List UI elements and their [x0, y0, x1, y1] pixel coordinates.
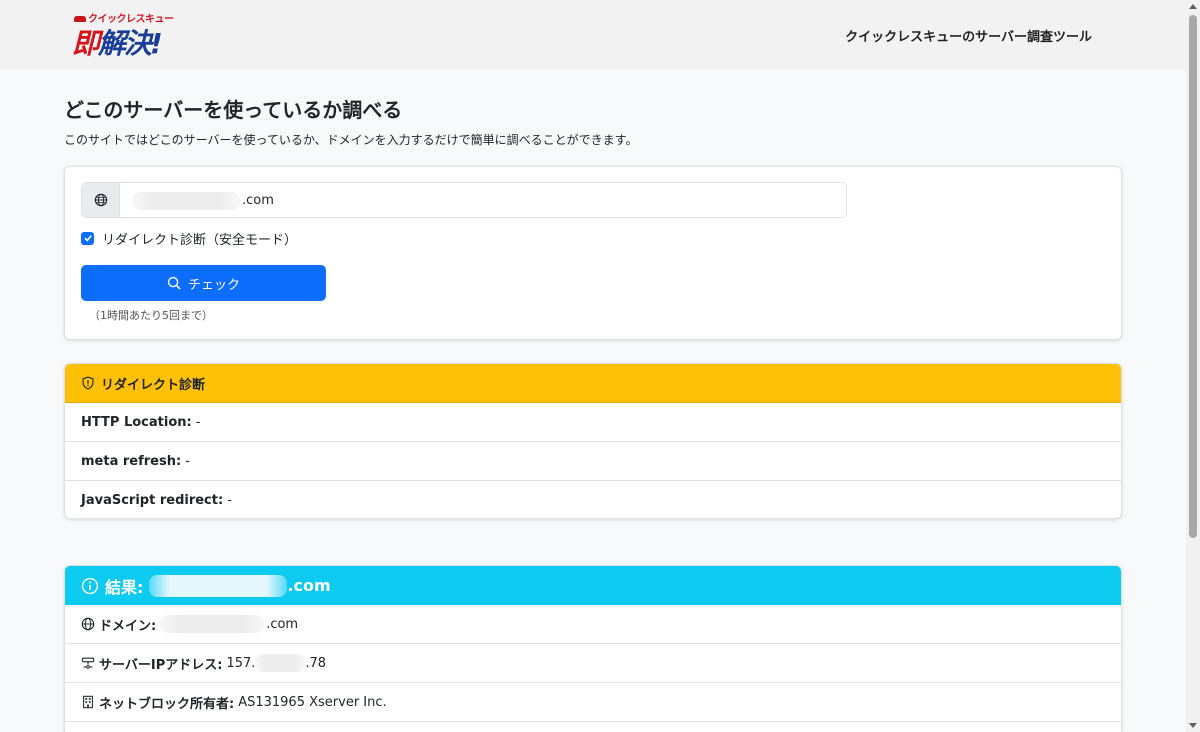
result-header: 結果: .com: [65, 566, 1121, 605]
result-ip-suffix: .78: [305, 655, 327, 671]
page-description: このサイトではどこのサーバーを使っているか、ドメインを入力するだけで簡単に調べる…: [64, 133, 638, 147]
result-card: 結果: .com ドメイン: .com サーバーIPアドレス: 157. .78…: [64, 565, 1122, 732]
check-button[interactable]: チェック: [81, 265, 326, 301]
globe-icon: [81, 617, 95, 631]
top-navbar: クイックレスキュー 即解決! クイックレスキューのサーバー調査ツール: [0, 0, 1186, 70]
result-domain-value: .com: [266, 616, 299, 632]
result-ip-label: サーバーIPアドレス:: [99, 657, 223, 673]
redirect-diagnosis-title: リダイレクト診断: [101, 377, 206, 393]
scrollbar-thumb[interactable]: [1189, 15, 1197, 538]
tool-name[interactable]: クイックレスキューのサーバー調査ツール: [845, 26, 1092, 45]
result-header-label: 結果:: [105, 577, 144, 597]
result-ip-prefix: 157.: [226, 655, 256, 671]
globe-icon: [82, 183, 120, 217]
result-netblock-value: AS131965 Xserver Inc.: [238, 694, 387, 710]
redirect-check-row[interactable]: リダイレクト診断（安全モード）: [81, 229, 297, 248]
scroll-down-icon[interactable]: [1189, 723, 1197, 728]
domain-input-group: [81, 182, 847, 218]
search-form-card: リダイレクト診断（安全モード） チェック （1時間あたり5回まで）: [64, 166, 1122, 340]
redacted-ip: [255, 654, 306, 672]
shield-exclamation-icon: [82, 376, 94, 390]
vertical-scrollbar[interactable]: [1186, 0, 1200, 732]
info-circle-icon: [81, 577, 99, 594]
rate-limit-hint: （1時間あたり5回まで）: [89, 309, 213, 322]
result-row-domain: ドメイン: .com: [65, 605, 1121, 644]
result-row-netblock: ネットブロック所有者: AS131965 Xserver Inc.: [65, 683, 1121, 722]
search-icon: [167, 276, 181, 290]
redirect-checkbox[interactable]: [81, 231, 94, 245]
brand-logo[interactable]: クイックレスキュー 即解決!: [72, 10, 182, 60]
redacted-domain: [132, 192, 240, 210]
redirect-diagnosis-header: リダイレクト診断: [65, 364, 1121, 403]
result-domain-label: ドメイン:: [99, 618, 157, 634]
server-icon: [81, 657, 95, 669]
result-netblock-label: ネットブロック所有者:: [99, 696, 235, 712]
redirect-row-http-location: HTTP Location: -: [65, 403, 1121, 442]
result-header-domain: .com: [287, 576, 331, 595]
redirect-row-meta-refresh: meta refresh: -: [65, 442, 1121, 481]
page-title: どこのサーバーを使っているか調べる: [64, 98, 403, 122]
redirect-checkbox-label[interactable]: リダイレクト診断（安全モード）: [102, 229, 297, 248]
redacted-domain-value: [160, 615, 265, 633]
check-button-label: チェック: [187, 277, 240, 293]
redacted-result-domain: [149, 574, 288, 597]
building-icon: [83, 695, 93, 709]
logo-wordmark: 即解決!: [72, 27, 163, 60]
scroll-up-icon[interactable]: [1189, 4, 1197, 9]
redirect-row-javascript: JavaScript redirect: -: [81, 493, 232, 508]
result-row-ip: サーバーIPアドレス: 157. .78: [65, 644, 1121, 683]
redirect-diagnosis-card: リダイレクト診断 HTTP Location: - meta refresh: - …: [64, 363, 1122, 519]
